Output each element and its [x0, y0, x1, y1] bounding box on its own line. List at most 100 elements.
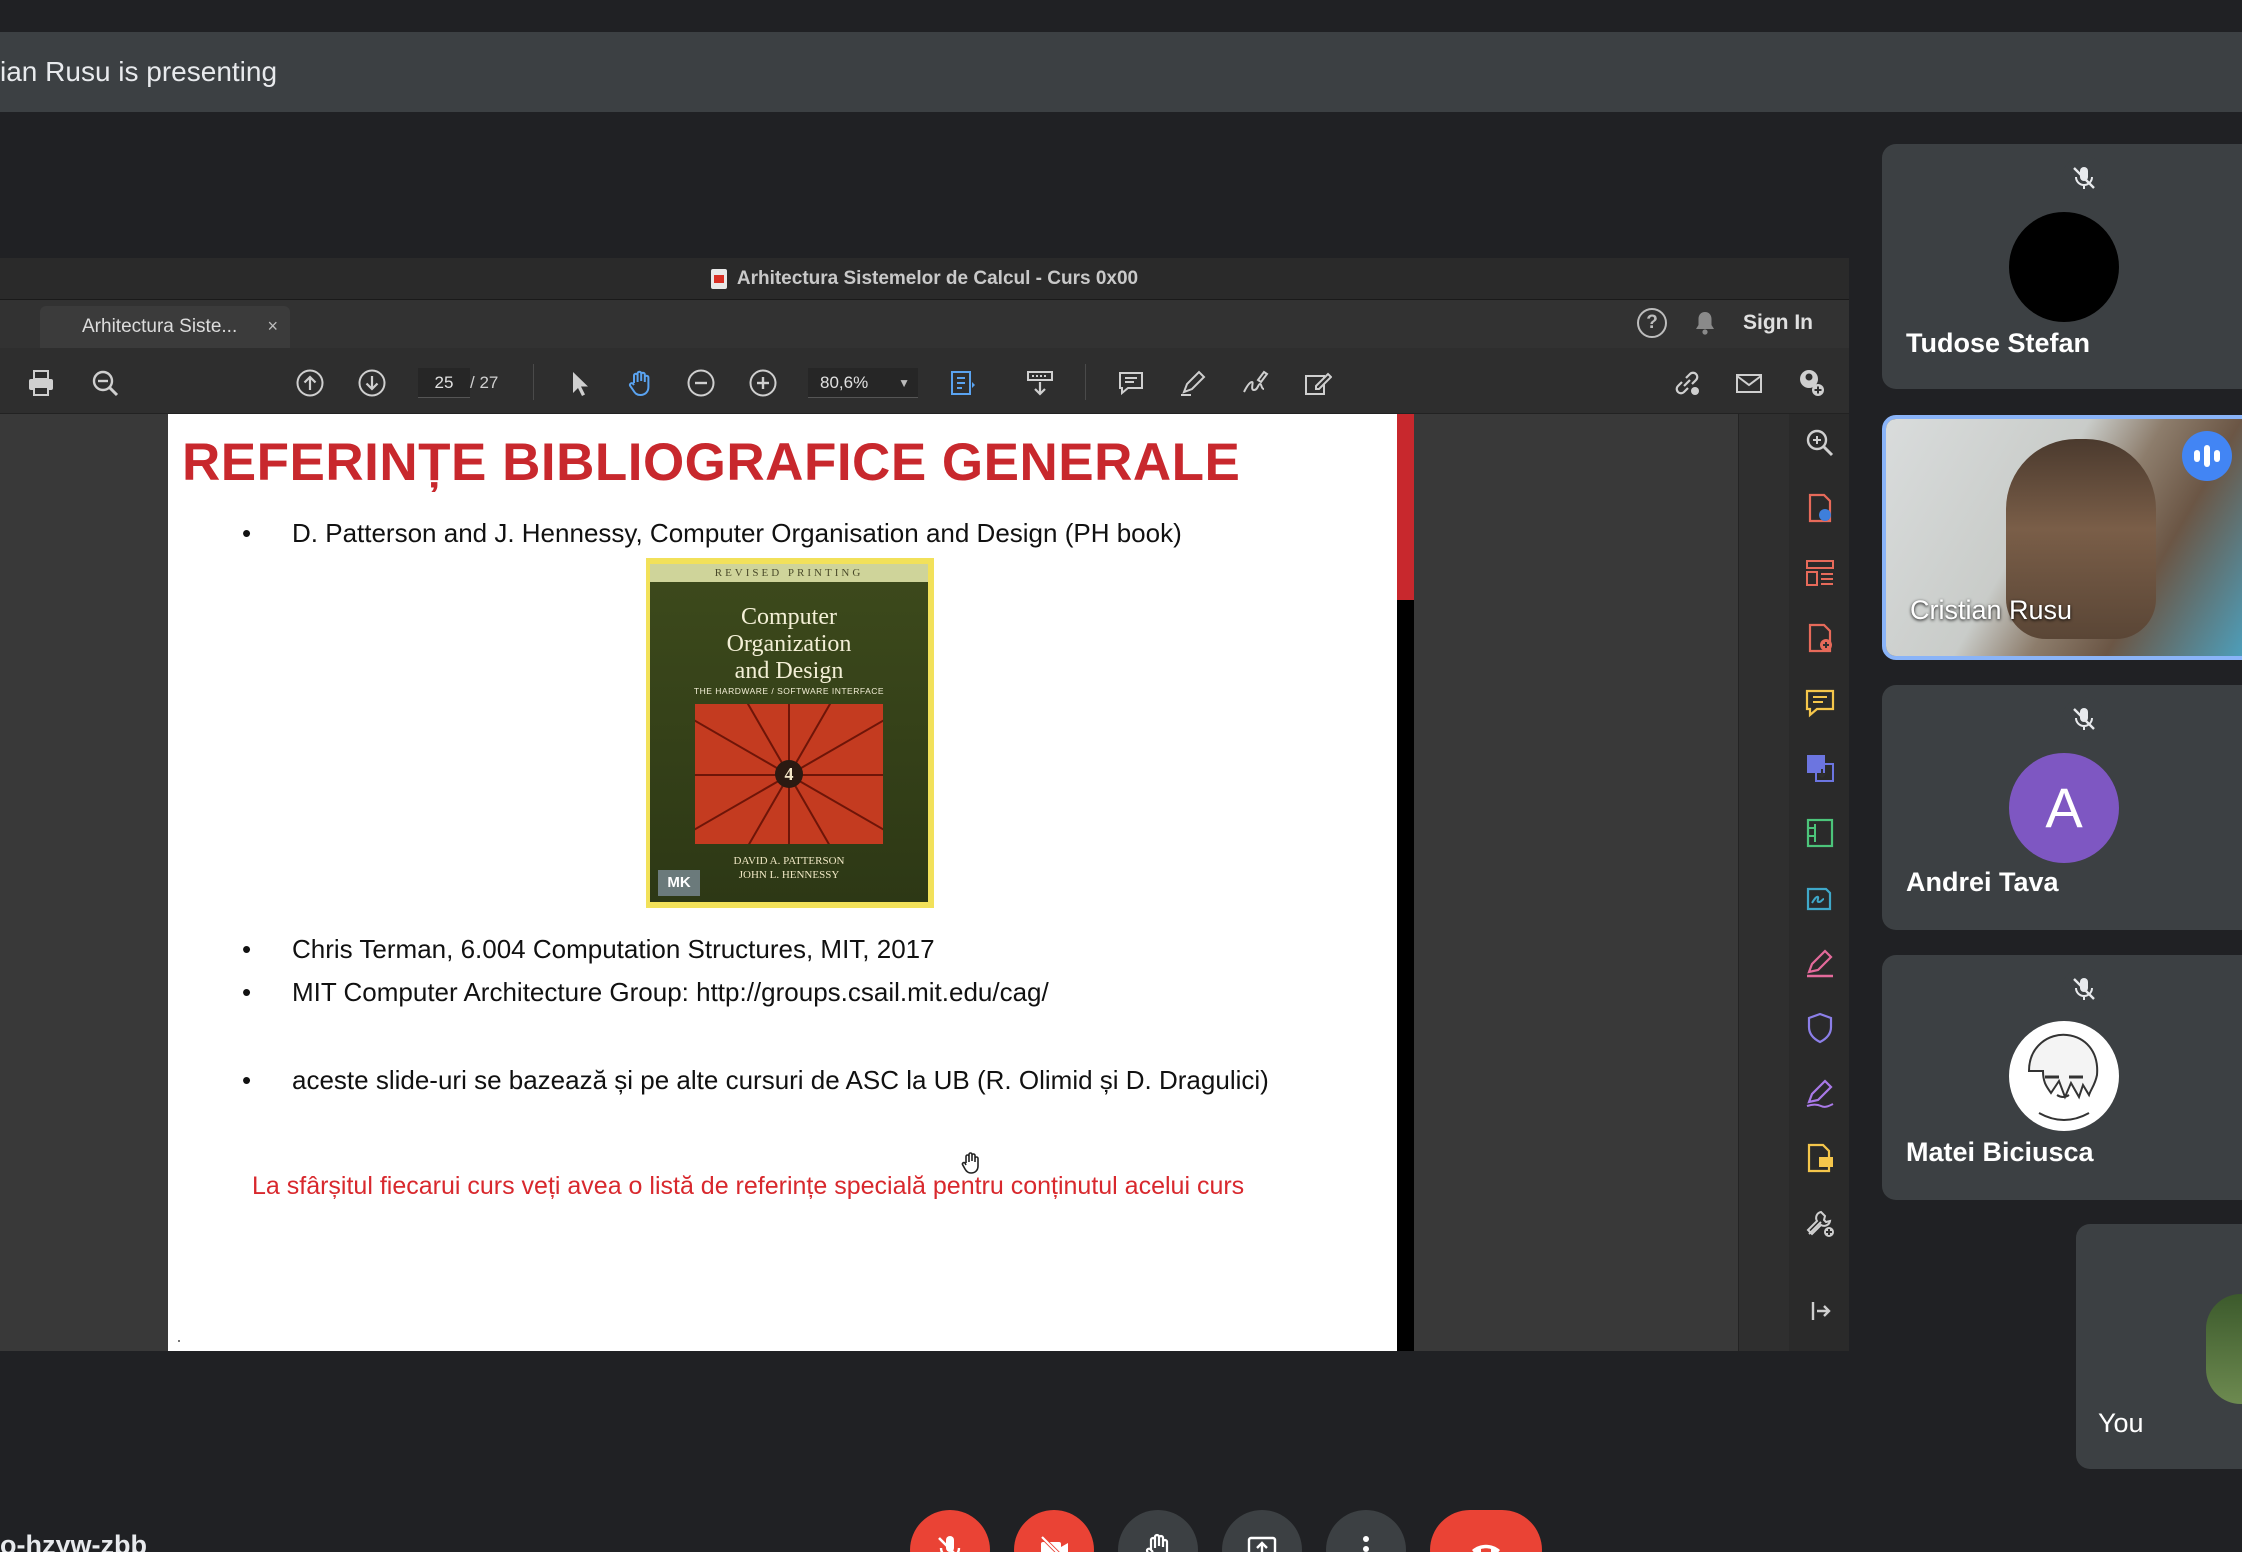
- collapse-pane-icon[interactable]: [1803, 1294, 1837, 1328]
- pdf-toolbar: 25 / 27 80,6% ▼: [0, 348, 1849, 414]
- participant-name: Matei Biciusca: [1906, 1137, 2094, 1167]
- comment-tool-icon[interactable]: [1803, 686, 1837, 720]
- fit-page-icon[interactable]: [946, 366, 980, 400]
- bullet-marker: •: [242, 1065, 252, 1095]
- avatar: [2009, 212, 2119, 322]
- create-pdf-icon[interactable]: [1803, 621, 1837, 655]
- participant-tile[interactable]: Matei Biciusca: [1882, 955, 2242, 1200]
- select-arrow-icon[interactable]: [562, 366, 596, 400]
- user-add-icon[interactable]: [1794, 366, 1828, 400]
- mic-off-icon: [2062, 156, 2106, 200]
- reference-text: D. Patterson and J. Hennessy, Computer O…: [292, 518, 1182, 548]
- sign-tool-icon[interactable]: [1803, 1076, 1837, 1110]
- present-icon: [1247, 1536, 1277, 1552]
- fill-sign-icon[interactable]: [1803, 881, 1837, 915]
- tab-label: Arhitectura Siste...: [82, 316, 238, 337]
- export-pdf-icon[interactable]: [1803, 491, 1837, 525]
- end-call-icon: [1472, 1544, 1500, 1552]
- comment-icon[interactable]: [1114, 366, 1148, 400]
- participant-name: Tudose Stefan: [1906, 328, 2091, 358]
- hand-tool-icon[interactable]: [623, 366, 657, 400]
- toolbar-divider: [533, 364, 534, 400]
- slide-edge-bar: [1397, 414, 1414, 1351]
- mic-off-icon: [2062, 967, 2106, 1011]
- speaking-indicator-icon: [2182, 431, 2232, 481]
- document-tab[interactable]: Arhitectura Siste... ×: [40, 306, 290, 348]
- slide-title: REFERINȚE BIBLIOGRAFICE GENERALE: [182, 433, 1241, 492]
- scroll-mode-icon[interactable]: [1023, 366, 1057, 400]
- export-convert-icon[interactable]: [1803, 751, 1837, 785]
- publisher-logo: MK: [658, 870, 700, 896]
- book-band: REVISED PRINTING: [650, 564, 928, 582]
- print-icon[interactable]: [24, 366, 58, 400]
- raise-hand-icon: [1145, 1533, 1169, 1552]
- zoom-out-search-icon[interactable]: [88, 366, 122, 400]
- pdf-page: REFERINȚE BIBLIOGRAFICE GENERALE • D. Pa…: [168, 414, 1397, 1351]
- participant-name: You: [2098, 1408, 2144, 1438]
- search-zoom-icon[interactable]: [1803, 426, 1837, 460]
- plus-circle-icon[interactable]: [746, 366, 780, 400]
- present-button[interactable]: [1222, 1510, 1302, 1552]
- book-subtitle: THE HARDWARE / SOFTWARE INTERFACE: [693, 686, 885, 696]
- page-total: / 27: [470, 373, 499, 392]
- book-title: Computer Organization and Design: [650, 604, 928, 685]
- chevron-down-icon: ▼: [898, 376, 910, 390]
- tab-close-icon[interactable]: ×: [267, 316, 278, 337]
- raise-hand-button[interactable]: [1118, 1510, 1198, 1552]
- participant-tile[interactable]: A Andrei Tava: [1882, 685, 2242, 930]
- presenting-text: ian Rusu is presenting: [0, 56, 278, 87]
- sign-icon[interactable]: [1238, 366, 1272, 400]
- page-marker: [178, 1340, 180, 1342]
- sign-in-button[interactable]: Sign In: [1743, 311, 1813, 335]
- window-title: Arhitectura Sistemelor de Calcul - Curs …: [736, 267, 1139, 289]
- edit-icon[interactable]: [1300, 366, 1334, 400]
- request-signature-icon[interactable]: [1803, 1141, 1837, 1175]
- page-up-icon[interactable]: [293, 366, 327, 400]
- zoom-value: 80,6%: [820, 373, 869, 392]
- more-options-button[interactable]: [1326, 1510, 1406, 1552]
- zoom-select[interactable]: 80,6% ▼: [808, 368, 918, 398]
- pdf-file-icon: [710, 268, 727, 289]
- camera-off-icon: [1040, 1535, 1068, 1552]
- participant-tile-active-speaker[interactable]: Cristian Rusu: [1882, 415, 2242, 660]
- mail-icon[interactable]: [1732, 366, 1766, 400]
- compare-files-icon[interactable]: [1803, 816, 1837, 850]
- reference-text: aceste slide-uri se bazează și pe alte c…: [292, 1065, 1269, 1095]
- avatar: A: [2009, 753, 2119, 863]
- book-title-line: Organization: [726, 631, 852, 657]
- bullet-marker: •: [242, 977, 252, 1007]
- bell-icon[interactable]: [1693, 310, 1717, 336]
- avatar: [2009, 1021, 2119, 1131]
- help-icon[interactable]: ?: [1637, 308, 1667, 338]
- minus-circle-icon[interactable]: [684, 366, 718, 400]
- more-icon: [1363, 1536, 1369, 1552]
- leave-call-button[interactable]: [1430, 1510, 1542, 1552]
- presenting-banner: ian Rusu is presenting: [0, 32, 2242, 112]
- more-tools-icon[interactable]: [1803, 1206, 1837, 1240]
- document-area[interactable]: REFERINȚE BIBLIOGRAFICE GENERALE • D. Pa…: [0, 414, 1773, 1351]
- book-cover-art: 4: [695, 704, 883, 844]
- page-number-field[interactable]: 25: [418, 368, 470, 398]
- bullet-marker: •: [242, 518, 252, 548]
- participant-name: Andrei Tava: [1906, 867, 2059, 897]
- link-icon[interactable]: [1670, 366, 1704, 400]
- shared-screen: Arhitectura Sistemelor de Calcul - Curs …: [0, 258, 1849, 1351]
- course-note: La sfârșitul fiecarui curs veți avea o l…: [252, 1172, 1245, 1200]
- protect-shield-icon[interactable]: [1803, 1011, 1837, 1045]
- camera-toggle-button[interactable]: [1014, 1510, 1094, 1552]
- mic-off-icon: [938, 1536, 961, 1552]
- self-video: [2206, 1294, 2242, 1404]
- book-title-line: and Design: [734, 658, 844, 684]
- redact-pen-icon[interactable]: [1803, 946, 1837, 980]
- page-down-icon[interactable]: [355, 366, 389, 400]
- organize-pages-icon[interactable]: [1803, 556, 1837, 590]
- book-title-line: Computer: [741, 604, 837, 630]
- self-view-tile[interactable]: You: [2076, 1224, 2242, 1469]
- book-edition: 4: [775, 760, 803, 788]
- pen-icon[interactable]: [1176, 366, 1210, 400]
- mic-toggle-button[interactable]: [910, 1510, 990, 1552]
- participant-name: Cristian Rusu: [1910, 595, 2073, 625]
- book-cover-image: REVISED PRINTING Computer Organization a…: [646, 558, 934, 908]
- participant-tile[interactable]: Tudose Stefan: [1882, 144, 2242, 389]
- bullet-marker: •: [242, 934, 252, 964]
